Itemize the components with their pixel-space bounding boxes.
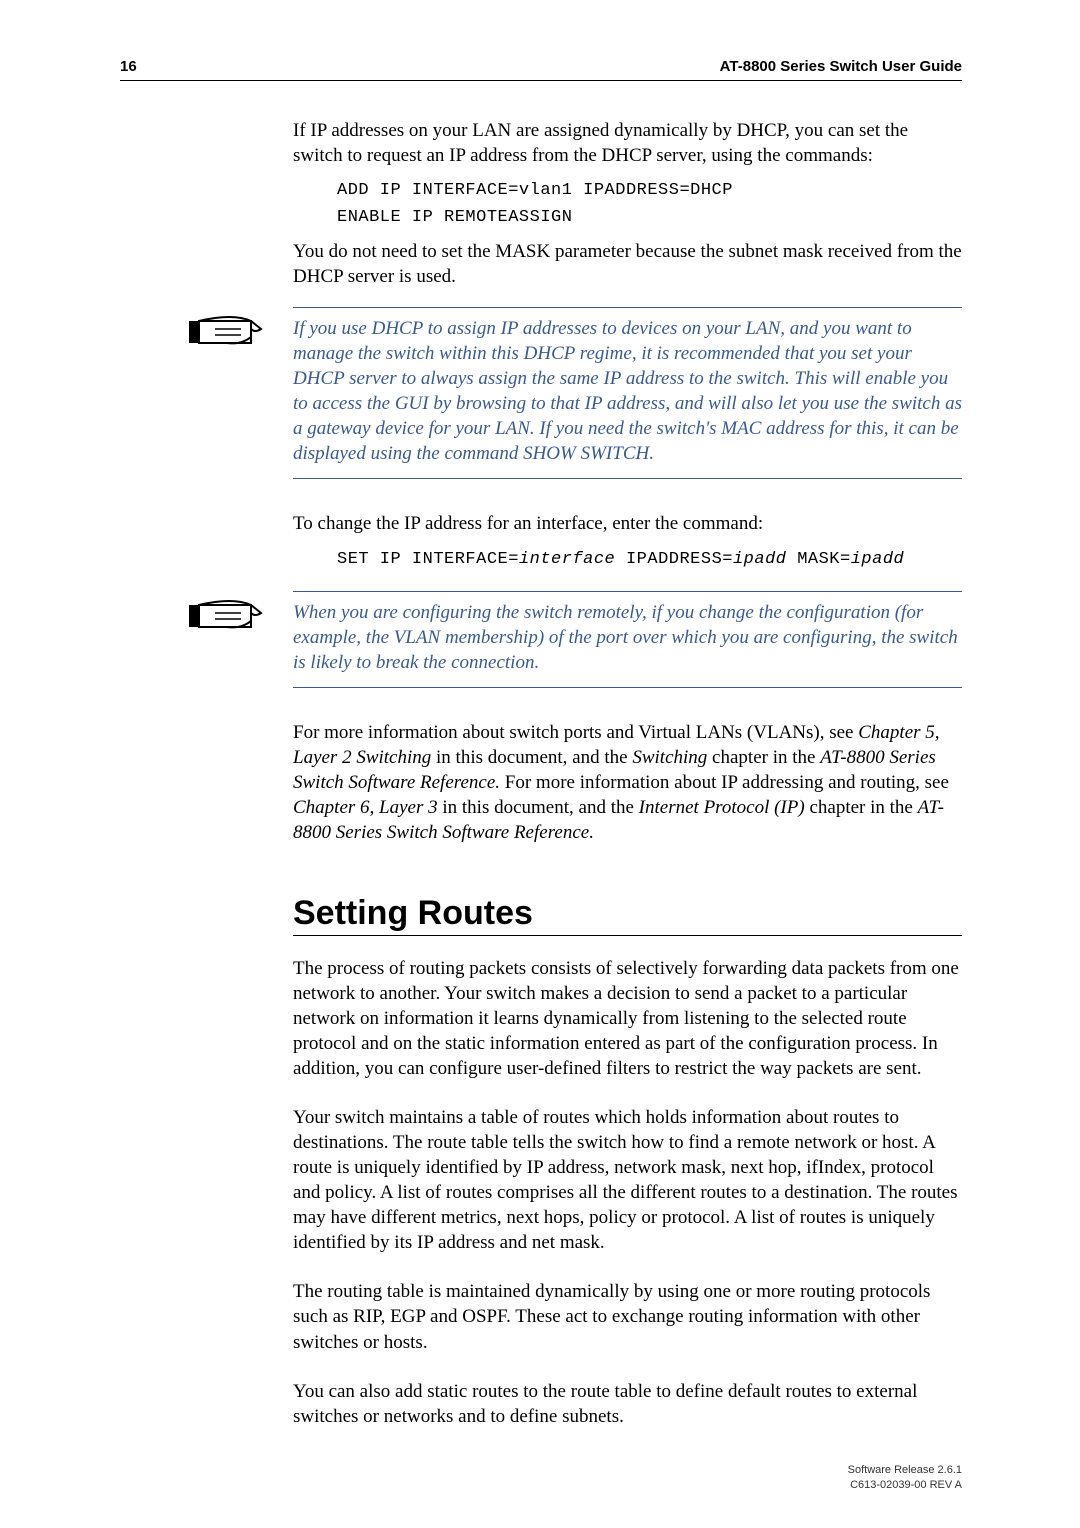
text: chapter in the [707, 747, 820, 768]
header-title: AT-8800 Series Switch User Guide [720, 58, 962, 75]
text: For more information about switch ports … [293, 722, 858, 743]
code-variable: interface [519, 550, 615, 569]
note-text: If you use DHCP to assign IP addresses t… [293, 316, 962, 466]
paragraph: To change the IP address for an interfac… [293, 511, 962, 536]
code-block: SET IP INTERFACE=interface IPADDRESS=ipa… [337, 547, 962, 573]
code-text: IPADDRESS= [615, 550, 733, 569]
paragraph: You do not need to set the MASK paramete… [293, 239, 962, 289]
text: chapter in the [805, 797, 918, 818]
text-italic: Internet Protocol (IP) [639, 797, 805, 818]
code-text: SET IP INTERFACE= [337, 550, 519, 569]
footer-line: C613-02039-00 REV A [848, 1478, 962, 1492]
paragraph: The process of routing packets consists … [293, 956, 962, 1081]
paragraph: For more information about switch ports … [293, 720, 962, 845]
code-block: ADD IP INTERFACE=vlan1 IPADDRESS=DHCP EN… [337, 178, 962, 231]
note-block: When you are configuring the switch remo… [293, 591, 962, 688]
code-variable: ipadd [733, 550, 787, 569]
header-rule [120, 80, 962, 81]
code-variable: ipadd [851, 550, 905, 569]
code-text: MASK= [787, 550, 851, 569]
page-footer: Software Release 2.6.1 C613-02039-00 REV… [848, 1463, 962, 1492]
paragraph: You can also add static routes to the ro… [293, 1379, 962, 1429]
code-line: ADD IP INTERFACE=vlan1 IPADDRESS=DHCP [337, 178, 962, 204]
note-text: When you are configuring the switch remo… [293, 600, 962, 675]
text: For more information about IP addressing… [500, 772, 949, 793]
page-number: 16 [120, 58, 137, 75]
text-italic: Chapter 6, Layer 3 [293, 797, 438, 818]
hand-pointer-icon [185, 591, 265, 641]
text: in this document, and the [431, 747, 632, 768]
paragraph: Your switch maintains a table of routes … [293, 1105, 962, 1255]
section-heading: Setting Routes [293, 894, 962, 933]
footer-line: Software Release 2.6.1 [848, 1463, 962, 1477]
text-italic: Switching [632, 747, 707, 768]
text: in this document, and the [438, 797, 639, 818]
main-content: If IP addresses on your LAN are assigned… [293, 118, 962, 1439]
paragraph: The routing table is maintained dynamica… [293, 1279, 962, 1354]
code-line: ENABLE IP REMOTEASSIGN [337, 205, 962, 231]
hand-pointer-icon [185, 307, 265, 357]
heading-rule [293, 935, 962, 936]
paragraph: If IP addresses on your LAN are assigned… [293, 118, 962, 168]
note-block: If you use DHCP to assign IP addresses t… [293, 307, 962, 479]
